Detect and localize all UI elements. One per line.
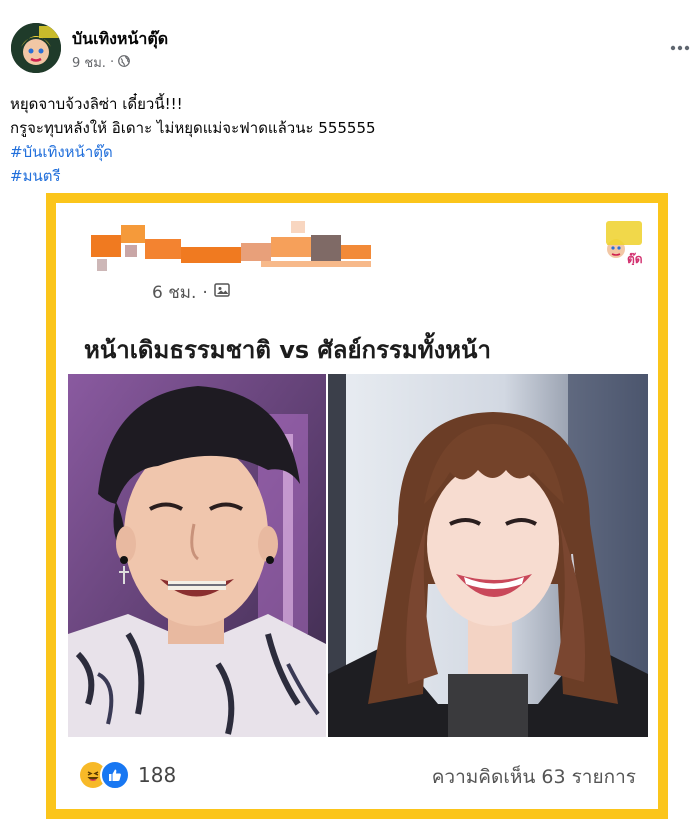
post-meta: 9 ชม. · (72, 52, 130, 73)
caption-line: กรูจะทุบหลังให้ อิเดาะ ไม่หยุดแม่จะฟาดแล… (10, 119, 376, 137)
shared-time: 6 ชม. (152, 283, 197, 303)
author-name[interactable]: บันเทิงหน้าตุ๊ด (72, 27, 168, 52)
logo-text: ตุ๊ด (627, 252, 643, 265)
hashtag-link[interactable]: #บันเทิงหน้าตุ๊ด (10, 140, 680, 164)
reactions-bar[interactable]: 188 (80, 760, 176, 790)
shared-separator: · (202, 282, 208, 303)
globe-icon (118, 54, 130, 71)
avatar[interactable] (11, 23, 61, 73)
caption-line: หยุดจาบจ้วงลิซ่า เดี๋ยวนี้!!! (10, 95, 183, 113)
page-logo: ตุ๊ด (604, 219, 644, 267)
post-header: บันเทิงหน้าตุ๊ด 9 ชม. · (0, 0, 700, 86)
hashtag-link[interactable]: #มนตรี (10, 164, 680, 188)
meta-separator: · (109, 55, 115, 70)
shared-post-image[interactable]: 6 ชม. · ตุ๊ด หน้าเดิมธรรมชาติ vs ศัลย์กร… (46, 193, 668, 819)
reaction-count: 188 (138, 763, 177, 787)
blurred-name (81, 217, 381, 277)
shared-meta: 6 ชม. · (152, 279, 230, 306)
post-caption: หยุดจาบจ้วงลิซ่า เดี๋ยวนี้!!! กรูจะทุบหล… (10, 92, 680, 188)
shared-post-card: 6 ชม. · ตุ๊ด หน้าเดิมธรรมชาติ vs ศัลย์กร… (56, 203, 658, 809)
like-reaction-icon (100, 760, 130, 790)
photo-natural-face (68, 374, 326, 737)
photo-surgery-face (328, 374, 648, 737)
photo-icon (214, 282, 230, 303)
more-options-icon[interactable] (668, 36, 692, 60)
comments-count: ความคิดเห็น 63 รายการ (431, 766, 636, 788)
post-time[interactable]: 9 ชม. (72, 52, 106, 73)
shared-title: หน้าเดิมธรรมชาติ vs ศัลย์กรรมทั้งหน้า (84, 336, 491, 364)
